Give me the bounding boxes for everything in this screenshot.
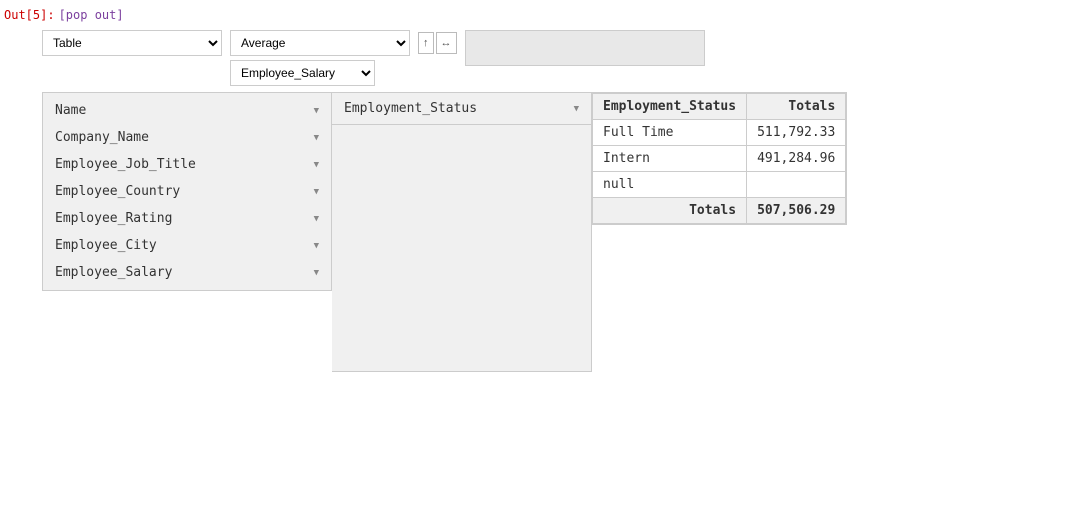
agg-row1: Average Sum Count Min Max ↑ ↔ (230, 30, 457, 56)
pivot-table: Employment_Status Totals Full Time 511,7… (592, 93, 846, 224)
field-item-rating[interactable]: Employee_Rating ▼ (43, 205, 331, 232)
field-label-company-name: Company_Name (55, 130, 308, 145)
field-label-salary: Employee_Salary (55, 265, 308, 280)
field-label-name: Name (55, 103, 308, 118)
agg-controls: Average Sum Count Min Max ↑ ↔ Employee_S… (230, 30, 457, 86)
row-value-intern: 491,284.96 (747, 146, 846, 172)
field-arrow-job-title: ▼ (314, 160, 319, 170)
pop-out-link[interactable]: [pop out] (59, 8, 124, 22)
totals-value: 507,506.29 (747, 198, 846, 224)
row-value-fulltime: 511,792.33 (747, 120, 846, 146)
field-item-name[interactable]: Name ▼ (43, 97, 331, 124)
field-arrow-city: ▼ (314, 241, 319, 251)
pivot-table-totals-row: Totals 507,506.29 (593, 198, 846, 224)
sort-swap-button[interactable]: ↔ (436, 32, 457, 54)
row-value-null (747, 172, 846, 198)
col1-header: Employment_Status (593, 94, 747, 120)
col2-header: Totals (747, 94, 846, 120)
field-item-salary[interactable]: Employee_Salary ▼ (43, 259, 331, 286)
pop-out-link-wrap: [pop out] (59, 8, 124, 22)
field-arrow-name: ▼ (314, 106, 319, 116)
sort-icons: ↑ ↔ (418, 32, 457, 54)
middle-panel: Employment_Status ▼ (332, 92, 592, 372)
row-label-fulltime: Full Time (593, 120, 747, 146)
field-select[interactable]: Employee_Salary (230, 60, 375, 86)
field-label-country: Employee_Country (55, 184, 308, 199)
right-panel: Employment_Status Totals Full Time 511,7… (592, 92, 847, 225)
row-label-intern: Intern (593, 146, 747, 172)
field-arrow-company-name: ▼ (314, 133, 319, 143)
sort-asc-button[interactable]: ↑ (418, 32, 434, 54)
fields-panel: Name ▼ Company_Name ▼ Employee_Job_Title… (42, 92, 332, 291)
field-select-row: Employee_Salary (230, 60, 457, 86)
middle-body (332, 125, 591, 365)
totals-label: Totals (593, 198, 747, 224)
table-select[interactable]: Table (42, 30, 222, 56)
pivot-table-header-row: Employment_Status Totals (593, 94, 846, 120)
top-right-empty-panel (465, 30, 705, 66)
field-item-country[interactable]: Employee_Country ▼ (43, 178, 331, 205)
table-row: null (593, 172, 846, 198)
output-label: Out[5]: (4, 8, 55, 22)
table-row: Full Time 511,792.33 (593, 120, 846, 146)
aggregate-select[interactable]: Average Sum Count Min Max (230, 30, 410, 56)
column-header[interactable]: Employment_Status ▼ (332, 93, 591, 125)
field-item-city[interactable]: Employee_City ▼ (43, 232, 331, 259)
field-label-rating: Employee_Rating (55, 211, 308, 226)
top-controls: Table Average Sum Count Min Max ↑ ↔ E (42, 30, 1078, 86)
column-header-label: Employment_Status (344, 101, 477, 116)
field-item-job-title[interactable]: Employee_Job_Title ▼ (43, 151, 331, 178)
field-arrow-rating: ▼ (314, 214, 319, 224)
table-select-wrap: Table (42, 30, 222, 56)
field-label-city: Employee_City (55, 238, 308, 253)
row-label-null: null (593, 172, 747, 198)
widget-area: Table Average Sum Count Min Max ↑ ↔ E (42, 30, 1078, 372)
column-header-arrow: ▼ (574, 104, 579, 114)
main-area: Name ▼ Company_Name ▼ Employee_Job_Title… (42, 92, 1078, 372)
field-arrow-country: ▼ (314, 187, 319, 197)
field-arrow-salary: ▼ (314, 268, 319, 278)
field-label-job-title: Employee_Job_Title (55, 157, 308, 172)
table-row: Intern 491,284.96 (593, 146, 846, 172)
field-item-company-name[interactable]: Company_Name ▼ (43, 124, 331, 151)
